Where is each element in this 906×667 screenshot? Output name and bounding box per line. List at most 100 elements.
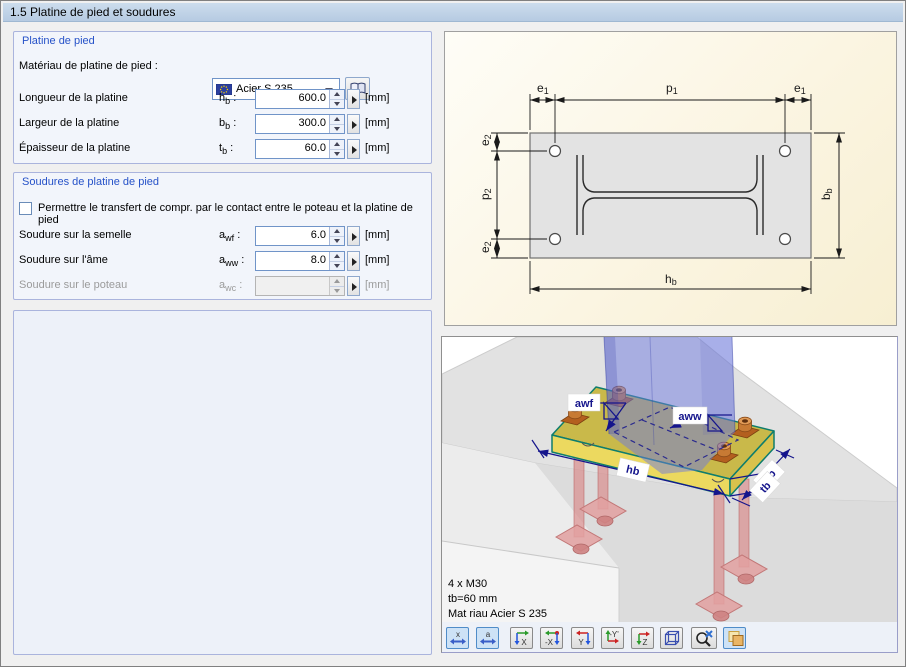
field-symbol: tb :	[219, 142, 233, 156]
weld-column-row: Soudure sur le poteau awc : [mm]	[14, 276, 431, 296]
spin-up-button[interactable]	[330, 227, 344, 236]
layers-icon	[726, 629, 744, 647]
svg-text:Mat riau Acier S 235: Mat riau Acier S 235	[448, 608, 547, 620]
field-symbol: awc :	[219, 279, 242, 293]
group-title: Soudures de platine de pied	[22, 176, 159, 188]
dialog-section-title: 1.5 Platine de pied et soudures	[3, 3, 903, 22]
material-row: Matériau de platine de pied : Acier S 23…	[14, 55, 431, 79]
view-x-icon: X	[513, 629, 531, 647]
compression-transfer-row: Permettre le transfert de compr. par le …	[14, 201, 431, 217]
unit-label: [mm]	[365, 117, 389, 129]
dim-label-bb: bb	[819, 188, 834, 200]
plate-drawing-svg: e1 p1 e1 e2 p2 e2 bb hb	[445, 32, 896, 325]
plate-dimension-drawing: e1 p1 e1 e2 p2 e2 bb hb	[444, 31, 897, 326]
spin-up-button[interactable]	[330, 140, 344, 149]
spin-down-button	[330, 286, 344, 296]
group-welds: Soudures de platine de pied Permettre le…	[13, 172, 432, 300]
spin-down-button[interactable]	[330, 124, 344, 134]
weld-column-input-disabled	[255, 276, 345, 296]
empty-options-panel	[13, 310, 432, 655]
spin-up-button[interactable]	[330, 90, 344, 99]
spin-up-button[interactable]	[330, 252, 344, 261]
view-minus-x-icon: -X	[543, 629, 561, 647]
dim-label-e2-top: e2	[478, 134, 493, 146]
plate-width-row: Largeur de la platine bb : 300.0 [mm]	[14, 114, 431, 134]
view-minus-y-icon: -Y'	[604, 629, 622, 647]
field-symbol: bb :	[219, 117, 236, 131]
unit-label: [mm]	[365, 229, 389, 241]
detail-picker-button[interactable]	[347, 226, 360, 246]
plate-length-input[interactable]: 600.0	[255, 89, 345, 109]
viewport-3d[interactable]: awf aww	[442, 337, 897, 622]
view-minus-y-button[interactable]: -Y'	[601, 627, 624, 649]
field-symbol: aww :	[219, 254, 244, 268]
field-symbol: awf :	[219, 229, 240, 243]
dim-x-toggle-button[interactable]: x	[446, 627, 469, 649]
view-y-button[interactable]: Y	[571, 627, 594, 649]
scene-3d-svg: awf aww	[442, 337, 897, 622]
detail-picker-button[interactable]	[347, 139, 360, 159]
checkbox-label: Permettre le transfert de compr. par le …	[38, 202, 431, 226]
spin-up-button	[330, 277, 344, 286]
field-label: Soudure sur la semelle	[19, 229, 132, 241]
dim-label-p2: p2	[478, 188, 493, 200]
plate-length-row: Longueur de la platine hb : 600.0 [mm]	[14, 89, 431, 109]
field-symbol: hb :	[219, 92, 236, 106]
spin-up-button[interactable]	[330, 115, 344, 124]
field-label: Soudure sur l'âme	[19, 254, 108, 266]
svg-text:Z: Z	[642, 638, 647, 647]
group-title: Platine de pied	[22, 35, 95, 47]
view-z-icon: Z	[634, 629, 652, 647]
svg-text:4 x M30: 4 x M30	[448, 578, 487, 590]
svg-text:a: a	[485, 630, 490, 639]
dim-label-p1: p1	[666, 81, 678, 96]
field-label: Longueur de la platine	[19, 92, 128, 104]
dim-x-icon: x	[449, 630, 467, 647]
detail-picker-button[interactable]	[347, 251, 360, 271]
view-y-icon: Y	[574, 629, 592, 647]
spin-down-button[interactable]	[330, 236, 344, 246]
view-z-button[interactable]: Z	[631, 627, 654, 649]
view-minus-x-button[interactable]: -X	[540, 627, 563, 649]
compression-transfer-checkbox[interactable]	[19, 202, 32, 215]
weld-web-input[interactable]: 8.0	[255, 251, 345, 271]
detail-picker-button[interactable]	[347, 89, 360, 109]
unit-label: [mm]	[365, 142, 389, 154]
field-label: Largeur de la platine	[19, 117, 119, 129]
render-mode-button[interactable]	[723, 627, 746, 649]
plate-width-input[interactable]: 300.0	[255, 114, 345, 134]
dim-label-hb: hb	[665, 272, 677, 287]
weld-flange-row: Soudure sur la semelle awf : 6.0 [mm]	[14, 226, 431, 246]
group-base-plate: Platine de pied Matériau de platine de p…	[13, 31, 432, 164]
dim-a-toggle-button[interactable]: a	[476, 627, 499, 649]
view-isometric-button[interactable]	[660, 627, 683, 649]
zoom-original-button[interactable]	[691, 627, 717, 649]
dim-label-e1-left: e1	[537, 81, 549, 96]
svg-text:X: X	[521, 638, 527, 647]
svg-text:-X: -X	[545, 638, 554, 647]
view-toolbar: x a X	[442, 623, 897, 652]
spin-down-button[interactable]	[330, 149, 344, 159]
weld-label-awf: awf	[575, 398, 594, 410]
dim-a-icon: a	[479, 630, 497, 647]
spin-down-button[interactable]	[330, 261, 344, 271]
svg-text:-Y': -Y'	[609, 630, 619, 639]
field-label: Épaisseur de la platine	[19, 142, 130, 154]
isometric-cube-icon	[663, 629, 681, 647]
zoom-x-icon	[694, 629, 714, 647]
svg-text:x: x	[456, 630, 460, 639]
spin-down-button[interactable]	[330, 99, 344, 109]
plate-thickness-input[interactable]: 60.0	[255, 139, 345, 159]
dim-label-e1-right: e1	[794, 81, 806, 96]
detail-picker-button[interactable]	[347, 114, 360, 134]
material-label: Matériau de platine de pied :	[19, 60, 158, 72]
unit-label: [mm]	[365, 254, 389, 266]
plate-thickness-row: Épaisseur de la platine tb : 60.0 [mm]	[14, 139, 431, 159]
dim-label-e2-bottom: e2	[478, 241, 493, 253]
view-x-button[interactable]: X	[510, 627, 533, 649]
plate-outline	[530, 133, 811, 258]
svg-text:Y: Y	[578, 638, 584, 647]
weld-web-row: Soudure sur l'âme aww : 8.0 [mm]	[14, 251, 431, 271]
weld-flange-input[interactable]: 6.0	[255, 226, 345, 246]
svg-text:tb=60 mm: tb=60 mm	[448, 593, 497, 605]
